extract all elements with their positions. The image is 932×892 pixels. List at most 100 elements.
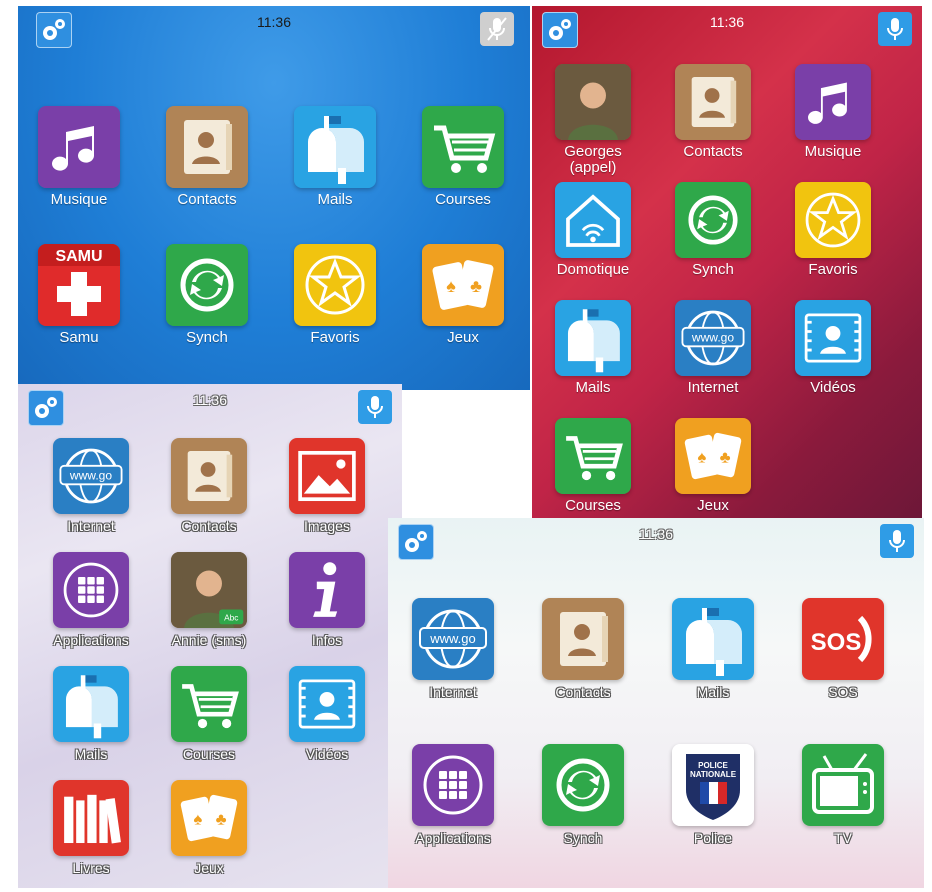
app-synch[interactable]: Synch — [152, 244, 262, 346]
app-contacts[interactable]: Contacts — [154, 438, 264, 534]
svg-text:www.go: www.go — [691, 331, 734, 345]
svg-text:♣: ♣ — [216, 809, 227, 828]
samu-icon: SAMU — [38, 244, 120, 326]
cart-icon — [555, 418, 631, 494]
app-label: Internet — [429, 684, 477, 700]
app-mails[interactable]: Mails — [658, 598, 768, 700]
app-tv[interactable]: TV — [788, 744, 898, 846]
app-label: Livres — [72, 860, 110, 876]
microphone-icon[interactable] — [880, 524, 914, 558]
app-synch[interactable]: Synch — [658, 182, 768, 278]
star-icon — [795, 182, 871, 258]
app-label: Images — [304, 518, 350, 534]
app-contacts[interactable]: Contacts — [152, 106, 262, 208]
app-contacts[interactable]: Contacts — [528, 598, 638, 700]
launcher-screen-blue: 11:36 Musique Contacts Mails Courses SAMU Sam… — [18, 6, 530, 390]
app-mails[interactable]: Mails — [538, 300, 648, 396]
mic-muted-icon[interactable] — [480, 12, 514, 46]
app-vidéos[interactable]: Vidéos — [272, 666, 382, 762]
app-label: Police — [693, 830, 733, 846]
smart-home-icon — [555, 182, 631, 258]
app-samu[interactable]: SAMU Samu — [24, 244, 134, 346]
clock: 11:36 — [639, 526, 673, 542]
image-icon — [289, 438, 365, 514]
apps-grid-icon — [53, 552, 129, 628]
music-icon — [38, 106, 120, 188]
microphone-icon[interactable] — [358, 390, 392, 424]
app-vidéos[interactable]: Vidéos — [778, 300, 888, 396]
app-mails[interactable]: Mails — [280, 106, 390, 208]
cart-icon — [422, 106, 504, 188]
app-label: Jeux — [447, 329, 479, 346]
app-images[interactable]: Images — [272, 438, 382, 534]
app-internet[interactable]: www.go Internet — [398, 598, 508, 700]
svg-text:♠: ♠ — [193, 809, 202, 828]
app-contacts[interactable]: Contacts — [658, 64, 768, 160]
app-courses[interactable]: Courses — [154, 666, 264, 762]
sos-icon: SOS — [802, 598, 884, 680]
sync-icon — [675, 182, 751, 258]
app-label: Contacts — [177, 191, 237, 208]
globe-icon: www.go — [412, 598, 494, 680]
clock: 11:36 — [257, 14, 291, 30]
app-favoris[interactable]: Favoris — [778, 182, 888, 278]
app-mails[interactable]: Mails — [36, 666, 146, 762]
sync-icon — [166, 244, 248, 326]
svg-text:POLICE: POLICE — [698, 761, 728, 770]
app-synch[interactable]: Synch — [528, 744, 638, 846]
svg-text:NATIONALE: NATIONALE — [690, 770, 737, 779]
svg-text:Abc: Abc — [224, 613, 238, 623]
launcher-screen-white: 11:36 www.go Internet Contacts Mails SOS SOS A… — [388, 518, 924, 888]
app-domotique[interactable]: Domotique — [538, 182, 648, 278]
cards-icon: ♠ ♣ — [422, 244, 504, 326]
status-bar: 11:36 — [18, 6, 530, 50]
app-courses[interactable]: Courses — [538, 418, 648, 514]
app-livres[interactable]: Livres — [36, 780, 146, 876]
svg-text:♠: ♠ — [697, 447, 706, 466]
app-internet[interactable]: www.go Internet — [658, 300, 768, 396]
info-icon — [289, 552, 365, 628]
app-jeux[interactable]: ♠ ♣ Jeux — [154, 780, 264, 876]
app-musique[interactable]: Musique — [778, 64, 888, 160]
svg-text:SOS: SOS — [811, 629, 862, 656]
app-label: Annie (sms) — [171, 632, 247, 648]
app-applications[interactable]: Applications — [36, 552, 146, 648]
sync-icon — [542, 744, 624, 826]
microphone-icon[interactable] — [878, 12, 912, 46]
svg-text:SAMU: SAMU — [55, 248, 102, 265]
app-label: Musique — [804, 143, 862, 160]
app-infos[interactable]: Infos — [272, 552, 382, 648]
status-bar: 11:36 — [388, 518, 924, 562]
status-bar: 11:36 — [532, 6, 922, 50]
app-label: Favoris — [808, 261, 858, 278]
app-sos[interactable]: SOS SOS — [788, 598, 898, 700]
app-internet[interactable]: www.go Internet — [36, 438, 146, 534]
music-icon — [795, 64, 871, 140]
app-courses[interactable]: Courses — [408, 106, 518, 208]
app-label: Vidéos — [305, 746, 349, 762]
svg-text:♣: ♣ — [470, 276, 482, 296]
app-applications[interactable]: Applications — [398, 744, 508, 846]
cards-icon: ♠ ♣ — [171, 780, 247, 856]
app-label: Synch — [563, 830, 603, 846]
app-label: Applications — [415, 830, 491, 846]
app-musique[interactable]: Musique — [24, 106, 134, 208]
mailbox-icon — [672, 598, 754, 680]
police-icon: POLICE NATIONALE — [672, 744, 754, 826]
app-annie-sms[interactable]: Abc Annie (sms) — [154, 552, 264, 648]
app-label: Jeux — [194, 860, 224, 876]
app-label: Contacts — [181, 518, 237, 534]
app-police[interactable]: POLICE NATIONALE Police — [658, 744, 768, 846]
app-georges-appel[interactable]: Georges (appel) — [538, 64, 648, 176]
globe-icon: www.go — [675, 300, 751, 376]
app-jeux[interactable]: ♠ ♣ Jeux — [658, 418, 768, 514]
contacts-icon — [542, 598, 624, 680]
app-favoris[interactable]: Favoris — [280, 244, 390, 346]
contacts-icon — [166, 106, 248, 188]
app-label: Courses — [182, 746, 236, 762]
clock: 11:36 — [710, 14, 744, 30]
status-bar: 11:36 — [18, 384, 402, 428]
app-jeux[interactable]: ♠ ♣ Jeux — [408, 244, 518, 346]
app-label: Contacts — [555, 684, 611, 700]
app-label: Courses — [435, 191, 491, 208]
